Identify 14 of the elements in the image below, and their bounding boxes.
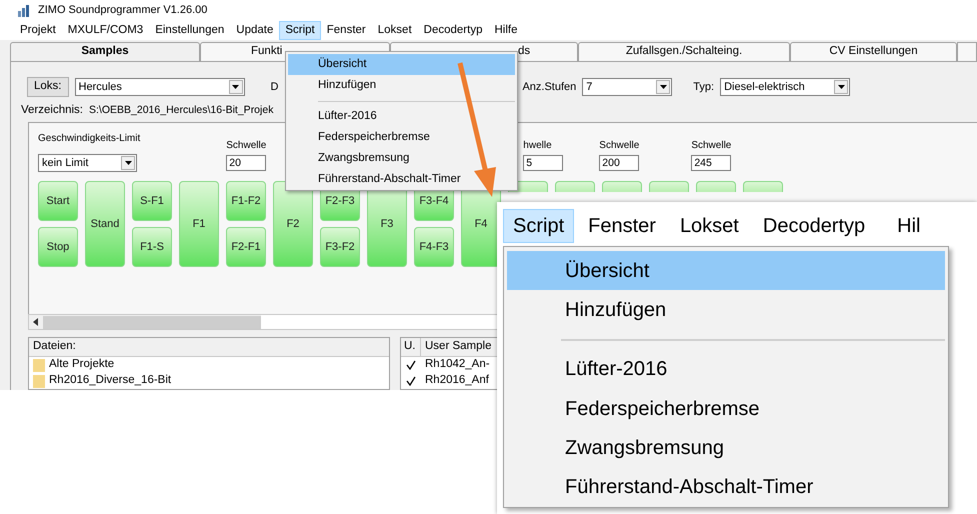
field-label: hwelle	[523, 139, 553, 153]
field-label: Anz.Stufen	[522, 80, 576, 95]
directory-path: S:\OEBB_2016_Hercules\16-Bit_Projek	[89, 103, 274, 118]
field-label: Schwelle	[226, 139, 266, 153]
field-label: D	[270, 80, 278, 95]
window-title: ZIMO Soundprogrammer V1.26.00	[38, 3, 208, 18]
sample-name: Rh1042_An-	[424, 357, 490, 372]
field-label: Schwelle	[691, 139, 732, 153]
directory-label: Verzeichnis:	[21, 103, 84, 118]
list-header: Dateien:	[29, 338, 389, 357]
field-label: Schwelle	[599, 139, 640, 153]
field-label: Typ:	[693, 80, 714, 95]
sample-name: Rh2016_Anf	[424, 373, 489, 388]
field-label: Geschwindigkeits-Limit	[38, 132, 140, 146]
